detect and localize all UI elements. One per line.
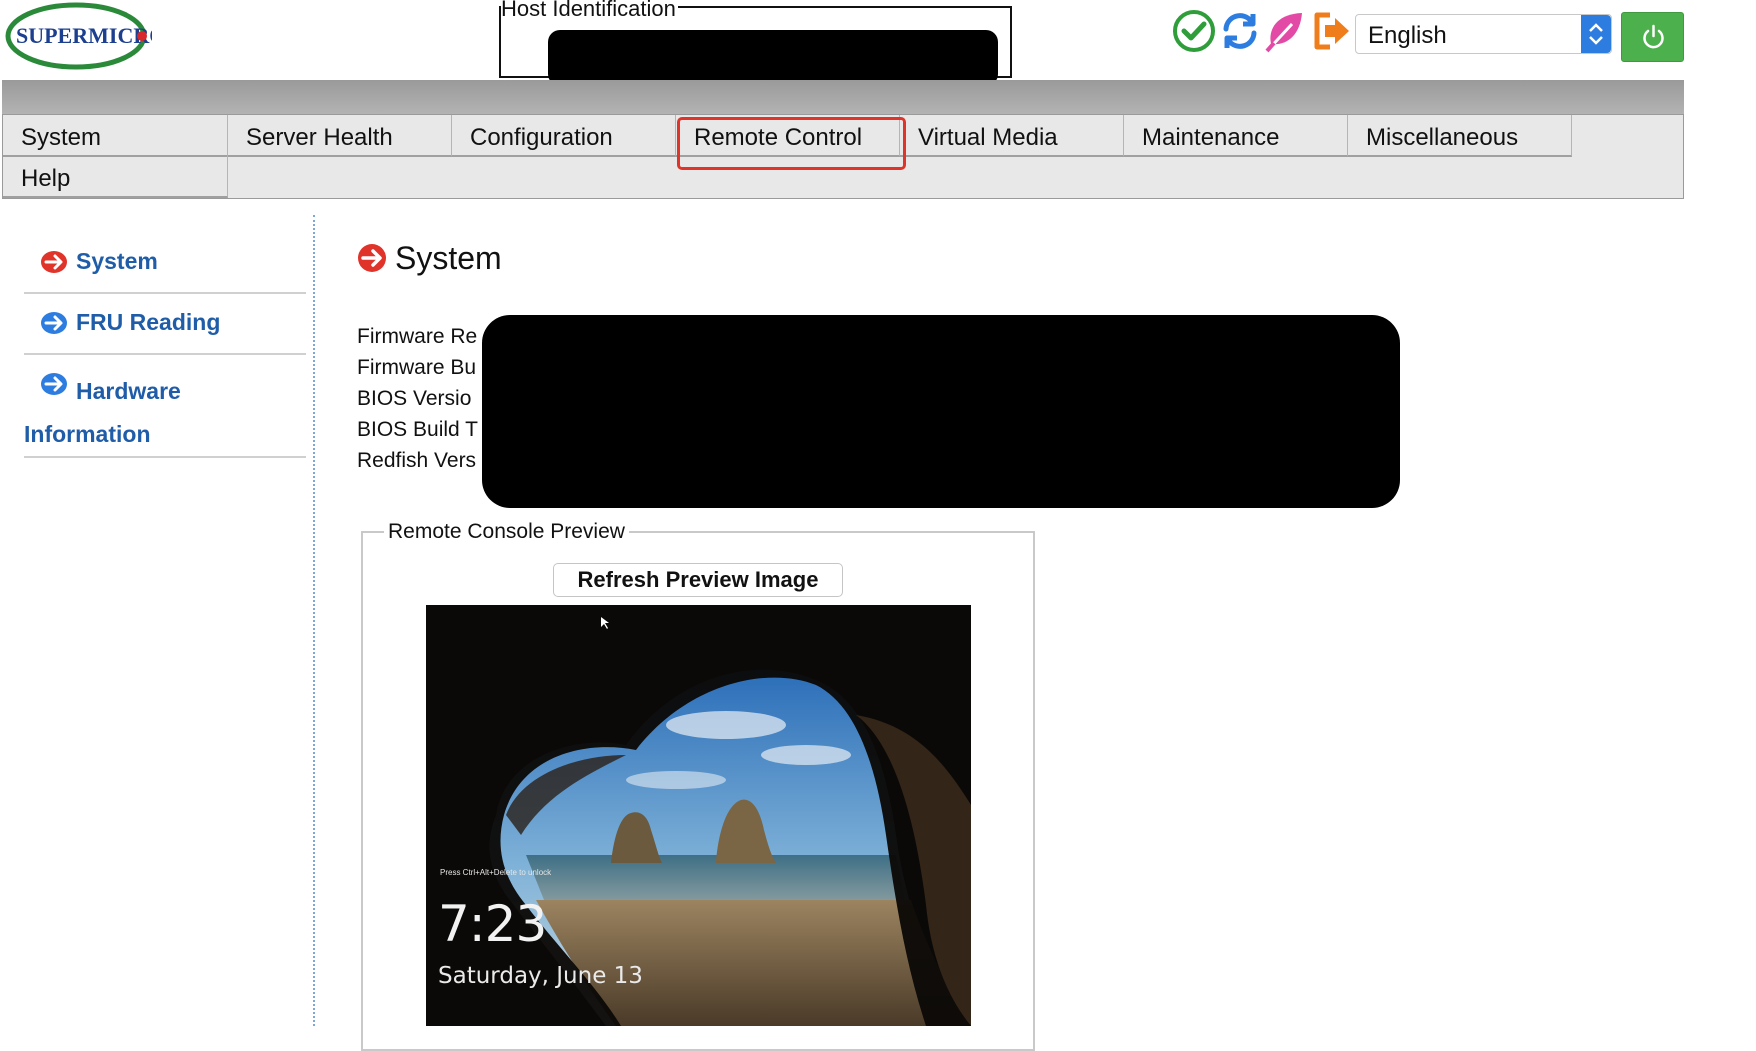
tab-label: Virtual Media (918, 124, 1058, 151)
tab-remote-control[interactable]: Remote Control (676, 115, 900, 157)
leaf-icon[interactable] (1262, 8, 1308, 54)
tab-maintenance[interactable]: Maintenance (1124, 115, 1348, 157)
arrow-right-blue-icon (40, 311, 68, 335)
sidebar-item-fru-reading[interactable]: FRU Reading (24, 307, 306, 341)
redacted-system-info (482, 315, 1400, 508)
tab-label: Configuration (470, 124, 613, 151)
language-value: English (1368, 22, 1447, 49)
tab-label: Server Health (246, 124, 393, 151)
sidebar-separator (24, 456, 306, 458)
bios-version-label: BIOS Versio (357, 387, 472, 410)
arrow-right-red-icon (357, 243, 387, 273)
sidebar-item-label: FRU Reading (76, 309, 221, 335)
sidebar-item-system[interactable]: System (24, 246, 306, 280)
lockscreen-date: Saturday, June 13 (438, 963, 643, 989)
tab-virtual-media[interactable]: Virtual Media (900, 115, 1124, 157)
main-navigation: System Server Health Configuration Remot… (2, 114, 1684, 199)
power-button[interactable] (1621, 12, 1684, 62)
tab-help[interactable]: Help (3, 156, 228, 198)
sidebar-item-label: System (76, 248, 158, 274)
header-divider-bar (2, 80, 1684, 114)
lockscreen-time: 7:23 (438, 895, 547, 953)
chevron-up-down-icon[interactable] (1581, 15, 1611, 53)
page-title: System (395, 240, 502, 276)
console-preview-image[interactable]: Press Ctrl+Alt+Delete to unlock 7:23 Sat… (426, 605, 971, 1026)
bios-build-time-label: BIOS Build T (357, 418, 478, 441)
sidebar-item-label: Hardware Information (24, 378, 181, 447)
power-icon (1643, 24, 1664, 49)
tab-miscellaneous[interactable]: Miscellaneous (1348, 115, 1572, 157)
tab-label: Remote Control (694, 124, 863, 151)
sidebar-item-hardware-information[interactable]: Hardware Information (24, 368, 306, 447)
tab-system[interactable]: System (3, 115, 228, 157)
remote-console-legend: Remote Console Preview (384, 520, 629, 544)
language-select[interactable]: English (1355, 14, 1612, 54)
tab-label: Help (21, 165, 71, 192)
mouse-cursor-icon (601, 617, 609, 629)
sidebar-separator (24, 292, 306, 294)
tab-label: Maintenance (1142, 124, 1280, 151)
sidebar-separator (24, 353, 306, 355)
firmware-build-label: Firmware Bu (357, 356, 477, 379)
check-circle-icon[interactable] (1171, 8, 1217, 54)
tab-configuration[interactable]: Configuration (452, 115, 676, 157)
refresh-icon[interactable] (1217, 8, 1263, 54)
logout-icon[interactable] (1308, 8, 1354, 54)
refresh-preview-button[interactable]: Refresh Preview Image (553, 563, 843, 597)
unlock-hint: Press Ctrl+Alt+Delete to unlock (440, 868, 552, 877)
host-identification-label: Host Identification (501, 0, 678, 21)
redfish-version-label: Redfish Vers (357, 449, 477, 472)
brand-text: SUPERMICRO (16, 23, 152, 48)
tab-server-health[interactable]: Server Health (228, 115, 452, 157)
arrow-right-red-icon (40, 250, 68, 274)
redacted-host-name (548, 30, 998, 86)
tab-label: Miscellaneous (1366, 124, 1519, 151)
sidebar-divider (313, 215, 315, 1026)
supermicro-logo: SUPERMICRO (4, 0, 166, 72)
tab-label: System (21, 124, 102, 151)
firmware-revision-label: Firmware Re (357, 325, 478, 348)
